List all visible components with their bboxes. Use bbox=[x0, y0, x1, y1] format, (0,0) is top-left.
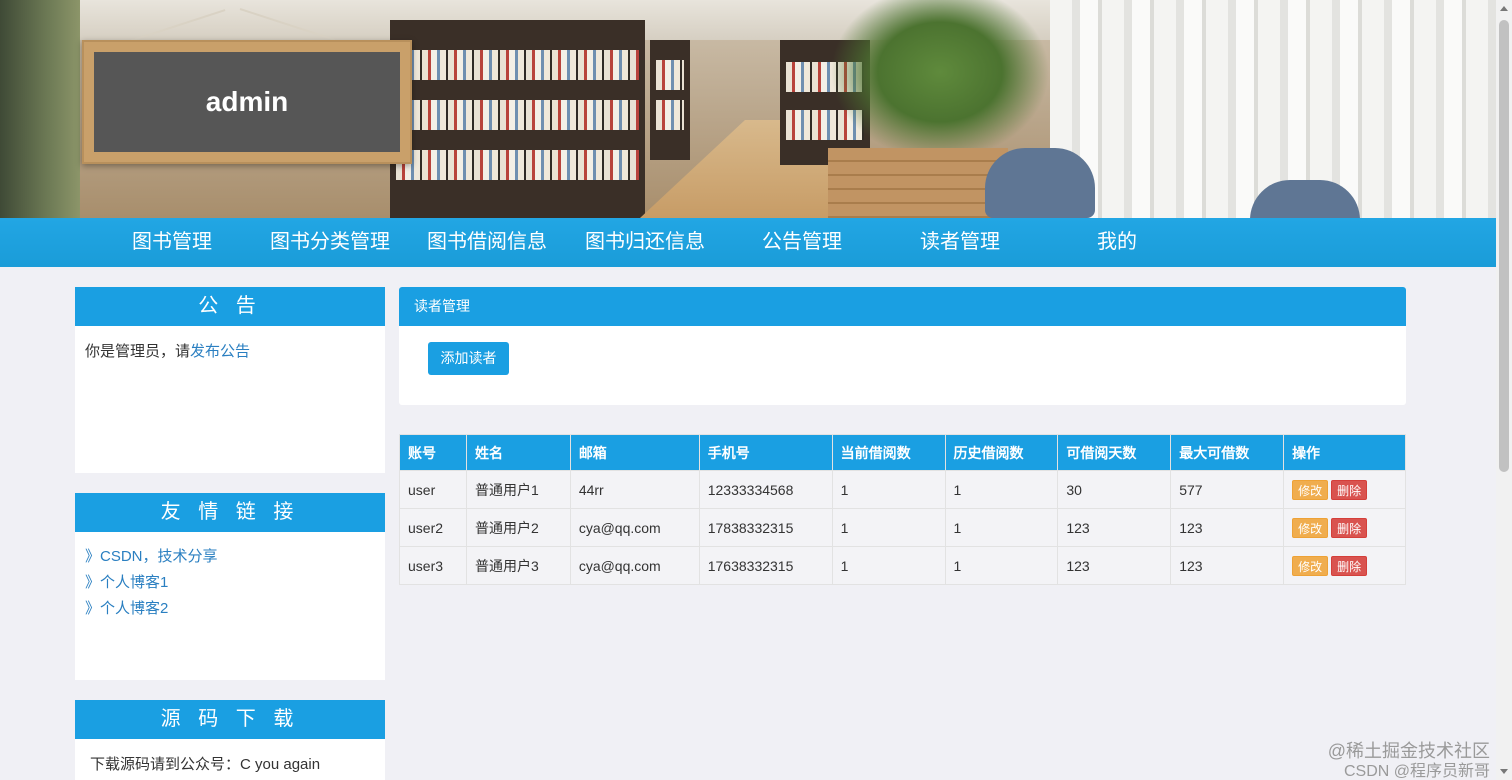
table-header-row: 账号 姓名 邮箱 手机号 当前借阅数 历史借阅数 可借阅天数 最大可借数 操作 bbox=[399, 434, 1406, 471]
nav-book-management[interactable]: 图书管理 bbox=[122, 218, 222, 267]
delete-reader-button[interactable]: 删除 bbox=[1331, 555, 1368, 576]
friend-links-panel: 友 情 链 接 》CSDN，技术分享 》个人博客1 》个人博客2 bbox=[75, 493, 385, 680]
cell-actions: 修改 删除 bbox=[1283, 508, 1406, 547]
friend-link-csdn[interactable]: 》CSDN，技术分享 bbox=[85, 544, 375, 570]
nav-notice-management[interactable]: 公告管理 bbox=[752, 218, 852, 267]
col-header-current-borrow: 当前借阅数 bbox=[831, 434, 946, 471]
col-header-name: 姓名 bbox=[465, 434, 571, 471]
edit-reader-button[interactable]: 修改 bbox=[1292, 555, 1329, 576]
cell-phone: 12333334568 bbox=[698, 470, 833, 509]
table-row: user2 普通用户2 cya@qq.com 17838332315 1 1 1… bbox=[399, 508, 1406, 547]
cell-current-borrow: 1 bbox=[831, 508, 946, 547]
cell-email: 44rr bbox=[569, 470, 700, 509]
cell-borrow-days: 30 bbox=[1057, 470, 1172, 509]
banner-window-left bbox=[0, 0, 80, 218]
col-header-borrow-days: 可借阅天数 bbox=[1057, 434, 1172, 471]
nav-mine[interactable]: 我的 bbox=[1087, 218, 1147, 267]
cell-email: cya@qq.com bbox=[569, 546, 700, 585]
cell-name: 普通用户2 bbox=[465, 508, 571, 547]
edit-reader-button[interactable]: 修改 bbox=[1292, 517, 1329, 538]
scroll-down-icon[interactable] bbox=[1500, 769, 1508, 774]
nav-book-borrow-info[interactable]: 图书借阅信息 bbox=[422, 218, 552, 267]
source-download-text: 下载源码请到公众号：C you again bbox=[90, 756, 321, 773]
friend-links-title: 友 情 链 接 bbox=[75, 493, 385, 532]
friend-link-blog2[interactable]: 》个人博客2 bbox=[85, 596, 375, 622]
col-header-max-borrow: 最大可借数 bbox=[1170, 434, 1285, 471]
notice-panel-title: 公 告 bbox=[75, 287, 385, 326]
cell-name: 普通用户1 bbox=[465, 470, 571, 509]
col-header-actions: 操作 bbox=[1283, 434, 1406, 471]
table-row: user 普通用户1 44rr 12333334568 1 1 30 577 修… bbox=[399, 470, 1406, 509]
table-row: user3 普通用户3 cya@qq.com 17638332315 1 1 1… bbox=[399, 546, 1406, 585]
cell-account: user bbox=[399, 470, 467, 509]
scrollbar-thumb[interactable] bbox=[1499, 20, 1509, 472]
reader-management-title: 读者管理 bbox=[399, 287, 1406, 326]
delete-reader-button[interactable]: 删除 bbox=[1331, 517, 1368, 538]
col-header-history-borrow: 历史借阅数 bbox=[944, 434, 1059, 471]
banner-chair bbox=[985, 148, 1095, 218]
reader-management-box: 读者管理 添加读者 bbox=[399, 287, 1406, 405]
cell-name: 普通用户3 bbox=[465, 546, 571, 585]
col-header-phone: 手机号 bbox=[698, 434, 833, 471]
cell-phone: 17838332315 bbox=[698, 508, 833, 547]
nav-book-category-management[interactable]: 图书分类管理 bbox=[265, 218, 395, 267]
watermark-csdn: CSDN @程序员新哥 bbox=[1343, 763, 1490, 780]
page-scrollbar[interactable] bbox=[1496, 0, 1512, 780]
edit-reader-button[interactable]: 修改 bbox=[1292, 479, 1329, 500]
cell-borrow-days: 123 bbox=[1057, 508, 1172, 547]
banner-planter bbox=[828, 148, 1008, 218]
reader-table: 账号 姓名 邮箱 手机号 当前借阅数 历史借阅数 可借阅天数 最大可借数 操作 … bbox=[399, 434, 1406, 585]
cell-phone: 17638332315 bbox=[698, 546, 833, 585]
cell-borrow-days: 123 bbox=[1057, 546, 1172, 585]
notice-text: 你是管理员，请 bbox=[85, 343, 191, 360]
cell-current-borrow: 1 bbox=[831, 470, 946, 509]
delete-reader-button[interactable]: 删除 bbox=[1331, 479, 1368, 500]
add-reader-button[interactable]: 添加读者 bbox=[428, 342, 509, 375]
friend-link-blog1[interactable]: 》个人博客1 bbox=[85, 570, 375, 596]
banner-tree bbox=[830, 0, 1050, 160]
cell-email: cya@qq.com bbox=[569, 508, 700, 547]
banner-bookshelf bbox=[390, 20, 645, 218]
cell-actions: 修改 删除 bbox=[1283, 546, 1406, 585]
cell-actions: 修改 删除 bbox=[1283, 470, 1406, 509]
source-download-title: 源 码 下 载 bbox=[75, 700, 385, 739]
source-download-panel: 源 码 下 载 下载源码请到公众号：C you again bbox=[75, 700, 385, 780]
admin-sign: admin bbox=[82, 40, 412, 164]
nav-book-return-info[interactable]: 图书归还信息 bbox=[580, 218, 710, 267]
cell-current-borrow: 1 bbox=[831, 546, 946, 585]
scroll-up-icon[interactable] bbox=[1500, 6, 1508, 11]
cell-max-borrow: 577 bbox=[1170, 470, 1285, 509]
col-header-account: 账号 bbox=[399, 434, 467, 471]
cell-history-borrow: 1 bbox=[944, 470, 1059, 509]
cell-history-borrow: 1 bbox=[944, 546, 1059, 585]
cell-max-borrow: 123 bbox=[1170, 508, 1285, 547]
notice-panel: 公 告 你是管理员，请发布公告 bbox=[75, 287, 385, 473]
cell-max-borrow: 123 bbox=[1170, 546, 1285, 585]
cell-history-borrow: 1 bbox=[944, 508, 1059, 547]
cell-account: user2 bbox=[399, 508, 467, 547]
nav-reader-management[interactable]: 读者管理 bbox=[910, 218, 1010, 267]
banner-bookshelf bbox=[650, 40, 690, 160]
cell-account: user3 bbox=[399, 546, 467, 585]
main-nav: 图书管理 图书分类管理 图书借阅信息 图书归还信息 公告管理 读者管理 我的 bbox=[0, 218, 1496, 267]
publish-notice-link[interactable]: 发布公告 bbox=[190, 343, 250, 360]
admin-username: admin bbox=[205, 86, 289, 117]
header-banner: admin bbox=[0, 0, 1496, 218]
col-header-email: 邮箱 bbox=[569, 434, 700, 471]
